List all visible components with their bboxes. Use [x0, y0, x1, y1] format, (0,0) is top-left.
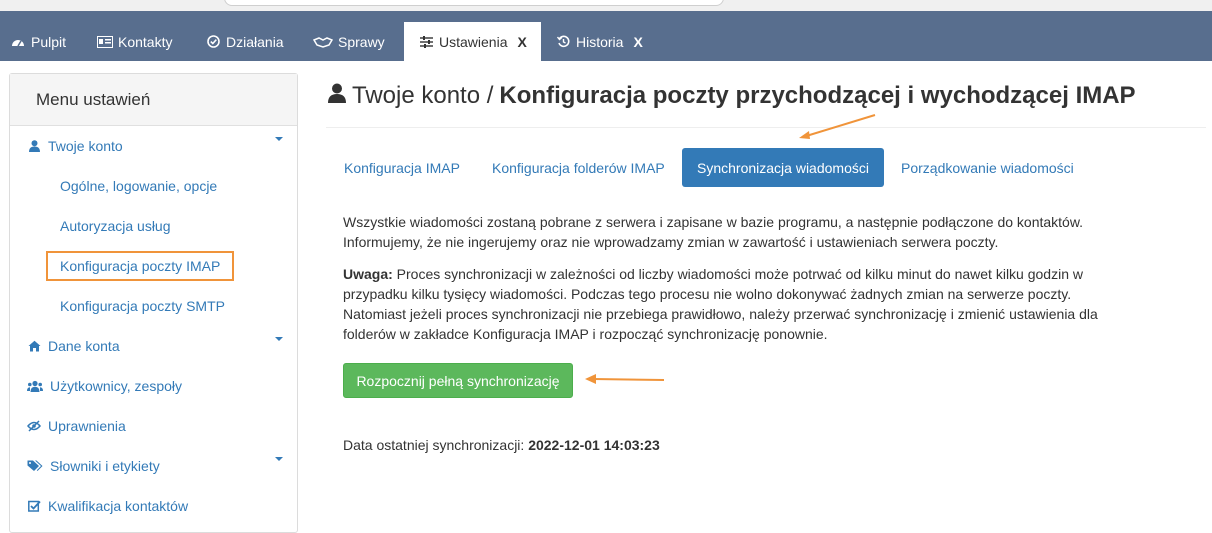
settings-sidebar: Menu ustawień Twoje konto Ogólne, logowa… — [9, 73, 298, 533]
sidebar-item-uprawnienia-label: Uprawnienia — [48, 418, 126, 434]
caret-down-icon — [275, 137, 283, 141]
sidebar-item-slowniki[interactable]: Słowniki i etykiety — [10, 446, 297, 486]
last-sync-info: Data ostatniej synchronizacji: 2022-12-0… — [343, 437, 660, 453]
tab-dzialania-label: Działania — [226, 33, 284, 50]
contacts-card-icon — [97, 35, 113, 48]
caret-down-icon — [275, 337, 283, 341]
caret-down-icon — [275, 457, 283, 461]
sidebar-item-konfiguracja-smtp-label: Konfiguracja poczty SMTP — [60, 298, 225, 314]
sidebar-item-twoje-konto-label: Twoje konto — [48, 138, 123, 154]
warning-line-3: Natomiast jeżeli proces synchronizacji n… — [343, 306, 1098, 322]
warning-line-2: przypadku kilku tysięcy wiadomości. Podc… — [343, 286, 1072, 302]
sidebar-item-autoryzacja-label: Autoryzacja usług — [60, 218, 171, 234]
close-tab-ustawienia-button[interactable]: X — [517, 34, 526, 50]
address-bar-edge — [224, 0, 724, 6]
sidebar-item-dane-konta-label: Dane konta — [48, 338, 120, 354]
info-line-1: Wszystkie wiadomości zostaną pobrane z s… — [343, 214, 1084, 230]
user-icon — [27, 140, 41, 152]
annotation-arrow — [585, 374, 665, 384]
sliders-icon — [418, 35, 434, 48]
sidebar-item-kwalifikacja-label: Kwalifikacja kontaktów — [48, 498, 189, 514]
tab-pulpit-label: Pulpit — [31, 33, 67, 50]
browser-top-strip — [0, 0, 1212, 11]
sidebar-item-dane-konta[interactable]: Dane konta — [10, 326, 297, 366]
sidebar-item-ogolne-label: Ogólne, logowanie, opcje — [60, 178, 218, 194]
sidebar-item-slowniki-label: Słowniki i etykiety — [50, 458, 160, 474]
sidebar-item-twoje-konto[interactable]: Twoje konto — [10, 126, 297, 166]
sidebar-item-ogolne[interactable]: Ogólne, logowanie, opcje — [10, 166, 297, 206]
sidebar-item-kwalifikacja[interactable]: Kwalifikacja kontaktów — [10, 486, 297, 526]
users-icon — [27, 380, 43, 392]
page-heading: Konfiguracja poczty przychodzącej i wych… — [499, 82, 1136, 109]
eye-slash-icon — [27, 420, 41, 432]
tags-icon — [27, 460, 43, 472]
breadcrumb: Twoje konto / — [352, 82, 494, 109]
start-full-sync-button[interactable]: Rozpocznij pełną synchronizację — [343, 363, 573, 398]
tab-kontakty-label: Kontakty — [118, 33, 173, 50]
last-sync-label: Data ostatniej synchronizacji: — [343, 437, 525, 453]
home-icon — [27, 340, 41, 352]
tab-historia[interactable]: Historia X — [555, 22, 643, 61]
warning-line-4: folderów w zakładce Konfiguracja IMAP i … — [343, 326, 828, 342]
tab-konfiguracja-imap[interactable]: Konfiguracja IMAP — [329, 148, 475, 187]
warning-line-1: Uwaga: Proces synchronizacji w zależnośc… — [343, 264, 1143, 284]
user-icon — [328, 82, 346, 110]
handshake-icon — [313, 36, 333, 48]
tab-konfiguracja-folderow[interactable]: Konfiguracja folderów IMAP — [477, 148, 680, 187]
page-title: Twoje konto / Konfiguracja poczty przych… — [328, 82, 1136, 110]
annotation-arrow — [799, 114, 876, 139]
history-icon — [555, 35, 571, 48]
tab-sprawy[interactable]: Sprawy — [313, 22, 385, 61]
last-sync-value: 2022-12-01 14:03:23 — [528, 437, 660, 453]
info-line-2: Informujemy, że nie ingerujemy oraz nie … — [343, 234, 999, 250]
main-navbar: Pulpit Kontakty Działania Sprawy Ustawie… — [0, 11, 1212, 61]
warning-line-1-text: Proces synchronizacji w zależności od li… — [392, 266, 1083, 282]
warning-label: Uwaga: — [343, 266, 393, 282]
tab-ustawienia[interactable]: Ustawienia X — [404, 22, 541, 61]
tab-dzialania[interactable]: Działania — [205, 22, 284, 61]
tab-sprawy-label: Sprawy — [338, 33, 385, 50]
sidebar-item-uprawnienia[interactable]: Uprawnienia — [10, 406, 297, 446]
sidebar-item-autoryzacja[interactable]: Autoryzacja usług — [10, 206, 297, 246]
tab-ustawienia-label: Ustawienia — [439, 33, 508, 50]
tab-historia-label: Historia — [576, 33, 624, 50]
sidebar-item-konfiguracja-imap-label: Konfiguracja poczty IMAP — [46, 251, 235, 281]
info-text: Wszystkie wiadomości zostaną pobrane z s… — [343, 212, 1143, 252]
dashboard-icon — [10, 36, 26, 48]
checkbox-icon — [27, 500, 41, 512]
close-tab-historia-button[interactable]: X — [633, 34, 642, 50]
divider — [326, 127, 1206, 128]
sidebar-item-konfiguracja-smtp[interactable]: Konfiguracja poczty SMTP — [10, 286, 297, 326]
tab-porzadkowanie[interactable]: Porządkowanie wiadomości — [886, 148, 1089, 187]
check-circle-icon — [205, 35, 221, 48]
tab-synchronizacja[interactable]: Synchronizacja wiadomości — [682, 148, 884, 187]
sidebar-item-uzytkownicy-label: Użytkownicy, zespoły — [50, 378, 183, 394]
sidebar-item-konfiguracja-imap[interactable]: Konfiguracja poczty IMAP — [10, 246, 297, 286]
tab-pulpit[interactable]: Pulpit — [10, 22, 66, 61]
sidebar-title: Menu ustawień — [10, 74, 297, 126]
tab-kontakty[interactable]: Kontakty — [97, 22, 172, 61]
warning-text: Uwaga: Proces synchronizacji w zależnośc… — [343, 264, 1143, 344]
sidebar-item-uzytkownicy[interactable]: Użytkownicy, zespoły — [10, 366, 297, 406]
